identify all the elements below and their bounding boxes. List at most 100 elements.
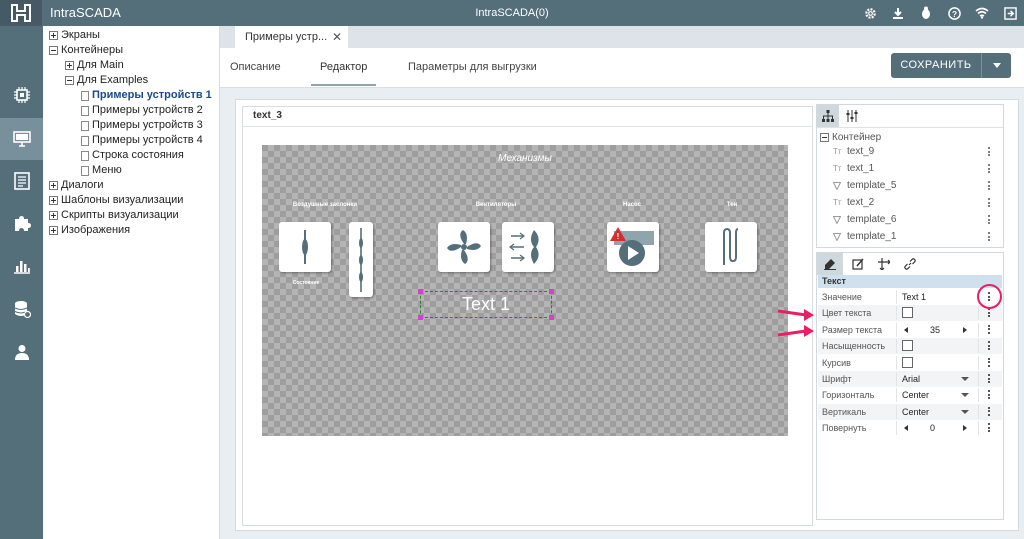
property-checkbox[interactable] bbox=[902, 340, 913, 352]
tab-editor[interactable]: Редактор bbox=[320, 61, 367, 73]
puzzle-icon[interactable] bbox=[0, 202, 43, 244]
resize-handle[interactable] bbox=[549, 315, 554, 320]
tree-item[interactable]: Диалоги bbox=[49, 178, 104, 193]
resize-handle[interactable] bbox=[418, 315, 423, 320]
tab-primery-ustroystv[interactable]: Примеры устр... ✕ bbox=[235, 26, 348, 48]
property-checkbox[interactable] bbox=[902, 307, 913, 319]
more-icon[interactable] bbox=[988, 374, 990, 383]
download-icon[interactable] bbox=[890, 4, 906, 22]
more-icon[interactable] bbox=[988, 324, 990, 334]
resize-handle[interactable] bbox=[418, 289, 423, 294]
decrement-icon[interactable] bbox=[904, 425, 908, 432]
brush-icon[interactable] bbox=[817, 253, 843, 275]
property-select[interactable]: Center bbox=[902, 390, 929, 400]
pump-widget[interactable]: ! bbox=[607, 222, 659, 272]
chevron-down-icon[interactable] bbox=[961, 393, 969, 398]
structure-item[interactable]: Tт text_1 bbox=[817, 160, 1003, 177]
monitor-icon[interactable] bbox=[0, 118, 43, 160]
damper-multi-widget[interactable] bbox=[349, 222, 373, 297]
increment-icon[interactable] bbox=[963, 425, 967, 432]
edit-icon[interactable] bbox=[845, 253, 871, 275]
tree-item[interactable]: Примеры устройств 1 bbox=[81, 88, 212, 103]
tree-item[interactable]: Строка состояния bbox=[81, 148, 184, 163]
tree-item[interactable]: Примеры устройств 3 bbox=[81, 118, 203, 133]
more-icon[interactable] bbox=[988, 423, 990, 433]
structure-item[interactable]: Tт text_9 bbox=[817, 143, 1003, 160]
save-dropdown-button[interactable] bbox=[981, 53, 1011, 78]
tree-item[interactable]: Примеры устройств 2 bbox=[81, 103, 203, 118]
fan-axial-widget[interactable] bbox=[502, 222, 554, 272]
more-icon[interactable] bbox=[988, 147, 990, 156]
chevron-down-icon[interactable] bbox=[961, 377, 969, 381]
sliders-icon[interactable] bbox=[841, 105, 863, 127]
collapse-icon[interactable] bbox=[49, 46, 58, 55]
tree-item[interactable]: Примеры устройств 4 bbox=[81, 133, 203, 148]
help-icon[interactable]: ? bbox=[946, 4, 962, 22]
document-icon[interactable] bbox=[81, 120, 89, 131]
tab-export-params[interactable]: Параметры для выгрузки bbox=[408, 61, 537, 73]
logout-icon[interactable] bbox=[1002, 4, 1018, 22]
more-icon[interactable] bbox=[988, 198, 990, 207]
chevron-down-icon[interactable] bbox=[961, 409, 969, 414]
expand-icon[interactable] bbox=[49, 226, 58, 235]
bug-icon[interactable] bbox=[918, 4, 934, 22]
tree-item[interactable]: Шаблоны визуализации bbox=[49, 193, 183, 208]
expand-icon[interactable] bbox=[65, 61, 74, 70]
expand-icon[interactable] bbox=[49, 181, 58, 190]
move-icon[interactable] bbox=[871, 253, 897, 275]
structure-item[interactable]: template_5 bbox=[817, 177, 1003, 194]
more-icon[interactable] bbox=[988, 357, 990, 367]
user-icon[interactable] bbox=[0, 331, 43, 373]
property-number-input[interactable]: 0 bbox=[930, 423, 935, 433]
tree-item[interactable]: Экраны bbox=[49, 28, 100, 43]
collapse-icon[interactable] bbox=[820, 133, 829, 142]
more-icon[interactable] bbox=[988, 341, 990, 351]
more-icon[interactable] bbox=[988, 215, 990, 224]
tab-description[interactable]: Описание bbox=[230, 61, 281, 73]
tree-item[interactable]: Для Examples bbox=[65, 73, 148, 88]
tree-item[interactable]: Контейнеры bbox=[49, 43, 123, 58]
document-icon[interactable] bbox=[81, 90, 89, 101]
link-icon[interactable] bbox=[897, 253, 923, 275]
database-icon[interactable] bbox=[0, 288, 43, 330]
property-value-input[interactable]: Text 1 bbox=[902, 292, 926, 302]
heater-widget[interactable] bbox=[705, 222, 757, 272]
gear-icon[interactable] bbox=[862, 4, 878, 22]
close-icon[interactable]: ✕ bbox=[332, 26, 342, 48]
structure-item[interactable]: template_6 bbox=[817, 211, 1003, 228]
document-icon[interactable] bbox=[81, 165, 89, 176]
property-select[interactable]: Arial bbox=[902, 374, 920, 384]
text-widget-selected[interactable]: Text 1 bbox=[420, 291, 552, 318]
more-icon[interactable] bbox=[988, 164, 990, 173]
decrement-icon[interactable] bbox=[904, 326, 908, 333]
property-checkbox[interactable] bbox=[902, 356, 913, 368]
document-icon[interactable] bbox=[81, 135, 89, 146]
expand-icon[interactable] bbox=[49, 31, 58, 40]
expand-icon[interactable] bbox=[49, 196, 58, 205]
expand-icon[interactable] bbox=[49, 211, 58, 220]
tree-item[interactable]: Скрипты визуализации bbox=[49, 208, 179, 223]
document-list-icon[interactable] bbox=[0, 160, 43, 202]
more-icon[interactable] bbox=[988, 406, 990, 416]
document-icon[interactable] bbox=[81, 150, 89, 161]
tree-item[interactable]: Для Main bbox=[65, 58, 124, 73]
chip-icon[interactable] bbox=[0, 74, 43, 116]
increment-icon[interactable] bbox=[963, 326, 967, 333]
structure-item[interactable]: template_1 bbox=[817, 228, 1003, 245]
wifi-icon[interactable] bbox=[974, 4, 990, 22]
fan-widget[interactable] bbox=[438, 222, 490, 272]
property-number-input[interactable]: 35 bbox=[930, 325, 940, 335]
tree-item[interactable]: Изображения bbox=[49, 223, 130, 238]
tree-item[interactable]: Меню bbox=[81, 163, 122, 178]
structure-item[interactable]: Tт text_2 bbox=[817, 194, 1003, 211]
property-select[interactable]: Center bbox=[902, 407, 929, 417]
document-icon[interactable] bbox=[81, 105, 89, 116]
save-button[interactable]: СОХРАНИТЬ bbox=[891, 53, 981, 78]
more-icon[interactable] bbox=[988, 181, 990, 190]
more-icon[interactable] bbox=[988, 390, 990, 400]
collapse-icon[interactable] bbox=[65, 76, 74, 85]
more-icon[interactable] bbox=[988, 232, 990, 241]
more-icon[interactable] bbox=[988, 308, 990, 318]
damper-widget[interactable] bbox=[279, 222, 331, 272]
resize-handle[interactable] bbox=[549, 289, 554, 294]
